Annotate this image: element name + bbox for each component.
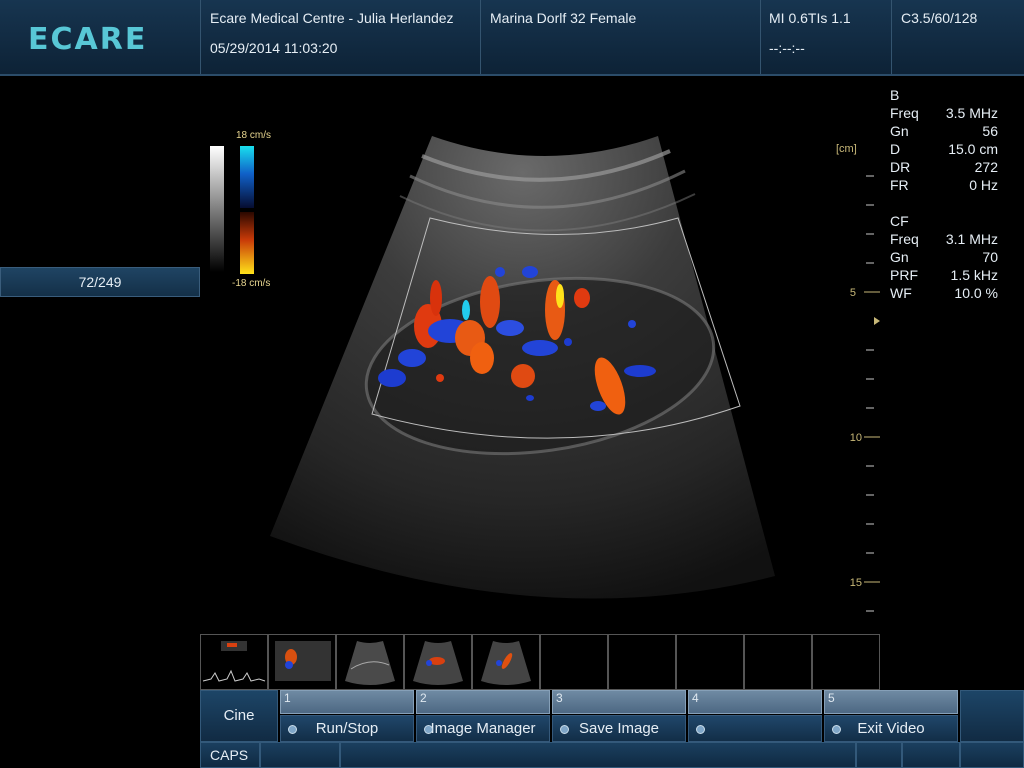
status-bar: CAPS xyxy=(200,742,1024,768)
depth-label-5: 5 xyxy=(850,287,856,299)
parameter-panel: B Freq 3.5 MHz Gn 56 D 15.0 cm DR 272 FR 0 Hz… xyxy=(888,86,1024,302)
param-row: PRF 1.5 kHz xyxy=(890,267,998,283)
b-mode-title: B xyxy=(890,87,900,103)
thumbnail-2[interactable] xyxy=(268,634,336,690)
exam-datetime: 05/29/2014 11:03:20 xyxy=(210,40,338,56)
ultrasound-image-area[interactable]: 18 cm/s -18 cm/s xyxy=(200,76,880,632)
function-key-2[interactable]: 2 Image Manager xyxy=(416,690,550,742)
thumbnail-8[interactable] xyxy=(676,634,744,690)
save-image-button[interactable]: Save Image xyxy=(552,715,686,742)
thumbnail-1[interactable] xyxy=(200,634,268,690)
thumbnail-9[interactable] xyxy=(744,634,812,690)
key-indicator-dot-icon xyxy=(288,725,297,734)
param-row: Freq 3.5 MHz xyxy=(890,105,998,121)
timer-readout: --:--:-- xyxy=(769,40,805,56)
velocity-top-label: 18 cm/s xyxy=(236,130,271,141)
left-panel xyxy=(0,76,200,688)
key-number: 3 xyxy=(552,690,686,714)
mi-cell: MI 0.6TIs 1.1 --:--:-- xyxy=(760,0,892,74)
thumbnail-5[interactable] xyxy=(472,634,540,690)
empty-function-button[interactable] xyxy=(688,715,822,742)
key-indicator-dot-icon xyxy=(832,725,841,734)
focus-marker-icon[interactable] xyxy=(874,317,880,325)
run-stop-button[interactable]: Run/Stop xyxy=(280,715,414,742)
probe-cell: C3.5/60/128 xyxy=(891,0,1024,74)
clinic-cell: Ecare Medical Centre - Julia Herlandez 0… xyxy=(200,0,481,74)
toolbar-end-panel xyxy=(960,690,1024,742)
velocity-color-bar-icon xyxy=(240,146,254,208)
param-row: Gn 70 xyxy=(890,249,998,265)
depth-label-15: 15 xyxy=(850,577,862,589)
param-row: FR 0 Hz xyxy=(890,177,998,193)
ultrasound-scan: 18 cm/s -18 cm/s xyxy=(210,130,775,599)
patient-cell: Marina Dorlf 32 Female xyxy=(480,0,761,74)
key-number: 4 xyxy=(688,690,822,714)
ecare-logo: ECARE xyxy=(28,22,148,57)
clinic-name: Ecare Medical Centre - Julia Herlandez xyxy=(210,10,454,26)
status-segment xyxy=(960,742,1024,768)
key-indicator-dot-icon xyxy=(424,725,433,734)
status-segment xyxy=(260,742,340,768)
status-segment xyxy=(902,742,960,768)
cf-mode-title: CF xyxy=(890,213,909,229)
depth-label-10: 10 xyxy=(850,432,862,444)
thumbnail-3[interactable] xyxy=(336,634,404,690)
caps-indicator: CAPS xyxy=(200,742,260,768)
thumbnail-10[interactable] xyxy=(812,634,880,690)
velocity-bottom-label: -18 cm/s xyxy=(232,278,270,289)
param-row: WF 10.0 % xyxy=(890,285,998,301)
thumbnail-4[interactable] xyxy=(404,634,472,690)
logo-cell: ECARE xyxy=(0,0,201,74)
function-key-1[interactable]: 1 Run/Stop xyxy=(280,690,414,742)
key-number: 2 xyxy=(416,690,550,714)
param-row: DR 272 xyxy=(890,159,998,175)
mi-tis-readout: MI 0.6TIs 1.1 xyxy=(769,10,851,26)
probe-info: C3.5/60/128 xyxy=(901,10,978,26)
cine-button[interactable]: Cine xyxy=(200,690,278,742)
param-row: D 15.0 cm xyxy=(890,141,998,157)
thumbnail-6[interactable] xyxy=(540,634,608,690)
depth-unit: [cm] xyxy=(836,143,857,155)
cine-thumbnail-strip xyxy=(200,634,880,690)
param-row: Freq 3.1 MHz xyxy=(890,231,998,247)
function-key-5[interactable]: 5 Exit Video xyxy=(824,690,958,742)
header-bar: ECARE Ecare Medical Centre - Julia Herla… xyxy=(0,0,1024,76)
image-manager-button[interactable]: Image Manager xyxy=(416,715,550,742)
key-number: 1 xyxy=(280,690,414,714)
depth-scale: [cm] 5 10 15 xyxy=(830,138,890,628)
frame-counter[interactable]: 72/249 xyxy=(0,267,200,297)
thumbnail-7[interactable] xyxy=(608,634,676,690)
function-toolbar: Cine 1 Run/Stop 2 Image Manager 3 Save I… xyxy=(200,690,1024,742)
function-key-4[interactable]: 4 xyxy=(688,690,822,742)
param-row: Gn 56 xyxy=(890,123,998,139)
key-indicator-dot-icon xyxy=(696,725,705,734)
status-segment xyxy=(856,742,902,768)
key-number: 5 xyxy=(824,690,958,714)
patient-info: Marina Dorlf 32 Female xyxy=(490,10,637,26)
grayscale-bar-icon xyxy=(210,146,224,272)
function-key-3[interactable]: 3 Save Image xyxy=(552,690,686,742)
exit-video-button[interactable]: Exit Video xyxy=(824,715,958,742)
key-indicator-dot-icon xyxy=(560,725,569,734)
status-segment xyxy=(340,742,856,768)
